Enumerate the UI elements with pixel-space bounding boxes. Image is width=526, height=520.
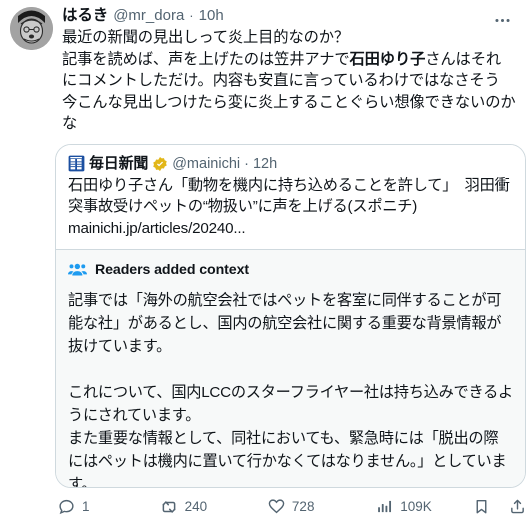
quoted-tweet-body: 毎日新聞 @mainichi · 12h 石田ゆり子さん「動物を機内に持ち込める… xyxy=(56,144,525,249)
verified-badge-gold-icon xyxy=(152,156,168,172)
views-action[interactable]: 109K xyxy=(376,498,473,515)
community-note-header: Readers added context xyxy=(68,260,513,279)
like-count: 728 xyxy=(291,499,315,515)
community-note: Readers added context 記事では「海外の航空会社ではペットを… xyxy=(56,249,525,488)
community-note-text: 記事では「海外の航空会社ではペットを客室に同伴することが可能な社」があるとし、国… xyxy=(68,292,513,489)
community-note-title: Readers added context xyxy=(95,261,250,278)
quoted-separator-dot: · xyxy=(244,155,249,172)
tweet-container: はるき @mr_dora · 10h 最近の新聞の見出しって炎上目的なのか？ 記… xyxy=(0,0,526,520)
retweet-action[interactable]: 240 xyxy=(160,498,268,516)
share-action[interactable] xyxy=(509,498,526,515)
tweet-text: 最近の新聞の見出しって炎上目的なのか？ 記事を読めば、声を上げたのは笠井アナで石… xyxy=(62,26,516,135)
timestamp[interactable]: 10h xyxy=(199,6,224,26)
bookmark-icon xyxy=(473,498,490,515)
quoted-handle[interactable]: @mainichi xyxy=(172,154,240,174)
tweet-header: はるき @mr_dora · 10h 最近の新聞の見出しって炎上目的なのか？ 記… xyxy=(10,6,516,135)
more-horizontal-icon[interactable] xyxy=(488,10,516,30)
author-line: はるき @mr_dora · 10h xyxy=(62,6,516,26)
avatar[interactable] xyxy=(10,7,53,50)
bookmark-action[interactable] xyxy=(473,498,490,515)
reply-action[interactable]: 1 xyxy=(58,498,160,515)
views-count: 109K xyxy=(400,499,432,515)
quoted-display-name[interactable]: 毎日新聞 xyxy=(89,154,148,174)
retweet-icon xyxy=(160,498,178,516)
community-note-body: 記事では「海外の航空会社ではペットを客室に同伴することが可能な社」があるとし、国… xyxy=(68,289,513,489)
action-bar-end xyxy=(473,498,526,515)
tweet-text-part1: 最近の新聞の見出しって炎上目的なのか？ 記事を読めば、声を上げたのは笠井アナで xyxy=(62,29,350,68)
retweet-count: 240 xyxy=(184,499,208,515)
analytics-bars-icon xyxy=(376,498,393,515)
author-display-name[interactable]: はるき xyxy=(62,6,108,26)
mainichi-newspaper-logo-icon xyxy=(68,155,85,172)
community-people-icon xyxy=(68,260,87,279)
quoted-tweet-card[interactable]: 毎日新聞 @mainichi · 12h 石田ゆり子さん「動物を機内に持ち込める… xyxy=(55,143,526,489)
reply-count: 1 xyxy=(82,499,90,515)
heart-icon xyxy=(268,498,285,515)
reply-bubble-icon xyxy=(58,498,75,515)
share-upload-icon xyxy=(509,498,526,515)
quoted-tweet-text: 石田ゆり子さん「動物を機内に持ち込めることを許して」 羽田衝突事故受けペットの“… xyxy=(68,176,510,237)
like-action[interactable]: 728 xyxy=(268,498,376,515)
quoted-author-line: 毎日新聞 @mainichi · 12h xyxy=(68,154,513,174)
tweet-action-bar: 1 240 728 109K xyxy=(58,493,526,520)
tweet-text-bold: 石田ゆり子 xyxy=(349,50,426,68)
author-handle[interactable]: @mr_dora xyxy=(113,6,184,26)
separator-dot: · xyxy=(189,8,194,23)
quoted-timestamp[interactable]: 12h xyxy=(253,154,277,174)
tweet-header-body: はるき @mr_dora · 10h 最近の新聞の見出しって炎上目的なのか？ 記… xyxy=(62,6,516,135)
